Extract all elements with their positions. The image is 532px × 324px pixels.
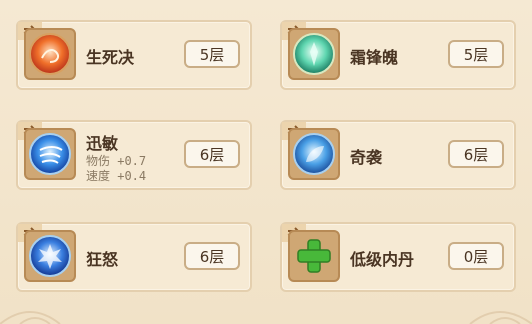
orb-blue-leaf-icon <box>288 128 340 180</box>
stat-speed: 速度 +0.4 <box>86 169 147 183</box>
skill-name: 奇袭 <box>350 148 383 167</box>
level-button[interactable]: 5层 <box>184 40 240 68</box>
orb-red-flame-icon <box>24 28 76 80</box>
orb-blue-wind-icon <box>24 128 76 180</box>
green-plus-icon[interactable] <box>288 230 340 282</box>
level-button[interactable]: 0层 <box>448 242 504 270</box>
level-button[interactable]: 5层 <box>448 40 504 68</box>
skill-panel: 生死决 5层 霜锋魄 5层 迅敏 物伤 +0.7 速度 +0.4 6层 奇袭 6… <box>0 0 532 324</box>
skill-name: 狂怒 <box>86 250 119 269</box>
level-button[interactable]: 6层 <box>184 140 240 168</box>
skill-card-kuangnu[interactable]: 狂怒 6层 <box>16 222 252 292</box>
skill-name: 生死决 <box>86 48 135 67</box>
orb-blue-burst-icon <box>24 230 76 282</box>
level-button[interactable]: 6层 <box>184 242 240 270</box>
skill-name: 低级内丹 <box>350 250 415 269</box>
orb-green-frost-icon <box>288 28 340 80</box>
skill-card-qixi[interactable]: 奇袭 6层 <box>280 120 516 190</box>
skill-card-xunmin[interactable]: 迅敏 物伤 +0.7 速度 +0.4 6层 <box>16 120 252 190</box>
skill-card-shengsijue[interactable]: 生死决 5层 <box>16 20 252 90</box>
skill-card-diji-neidan[interactable]: 低级内丹 0层 <box>280 222 516 292</box>
level-button[interactable]: 6层 <box>448 140 504 168</box>
cloud-decoration <box>0 311 532 324</box>
skill-name: 霜锋魄 <box>350 48 399 67</box>
skill-card-shuangfengpo[interactable]: 霜锋魄 5层 <box>280 20 516 90</box>
skill-name: 迅敏 <box>86 134 119 153</box>
